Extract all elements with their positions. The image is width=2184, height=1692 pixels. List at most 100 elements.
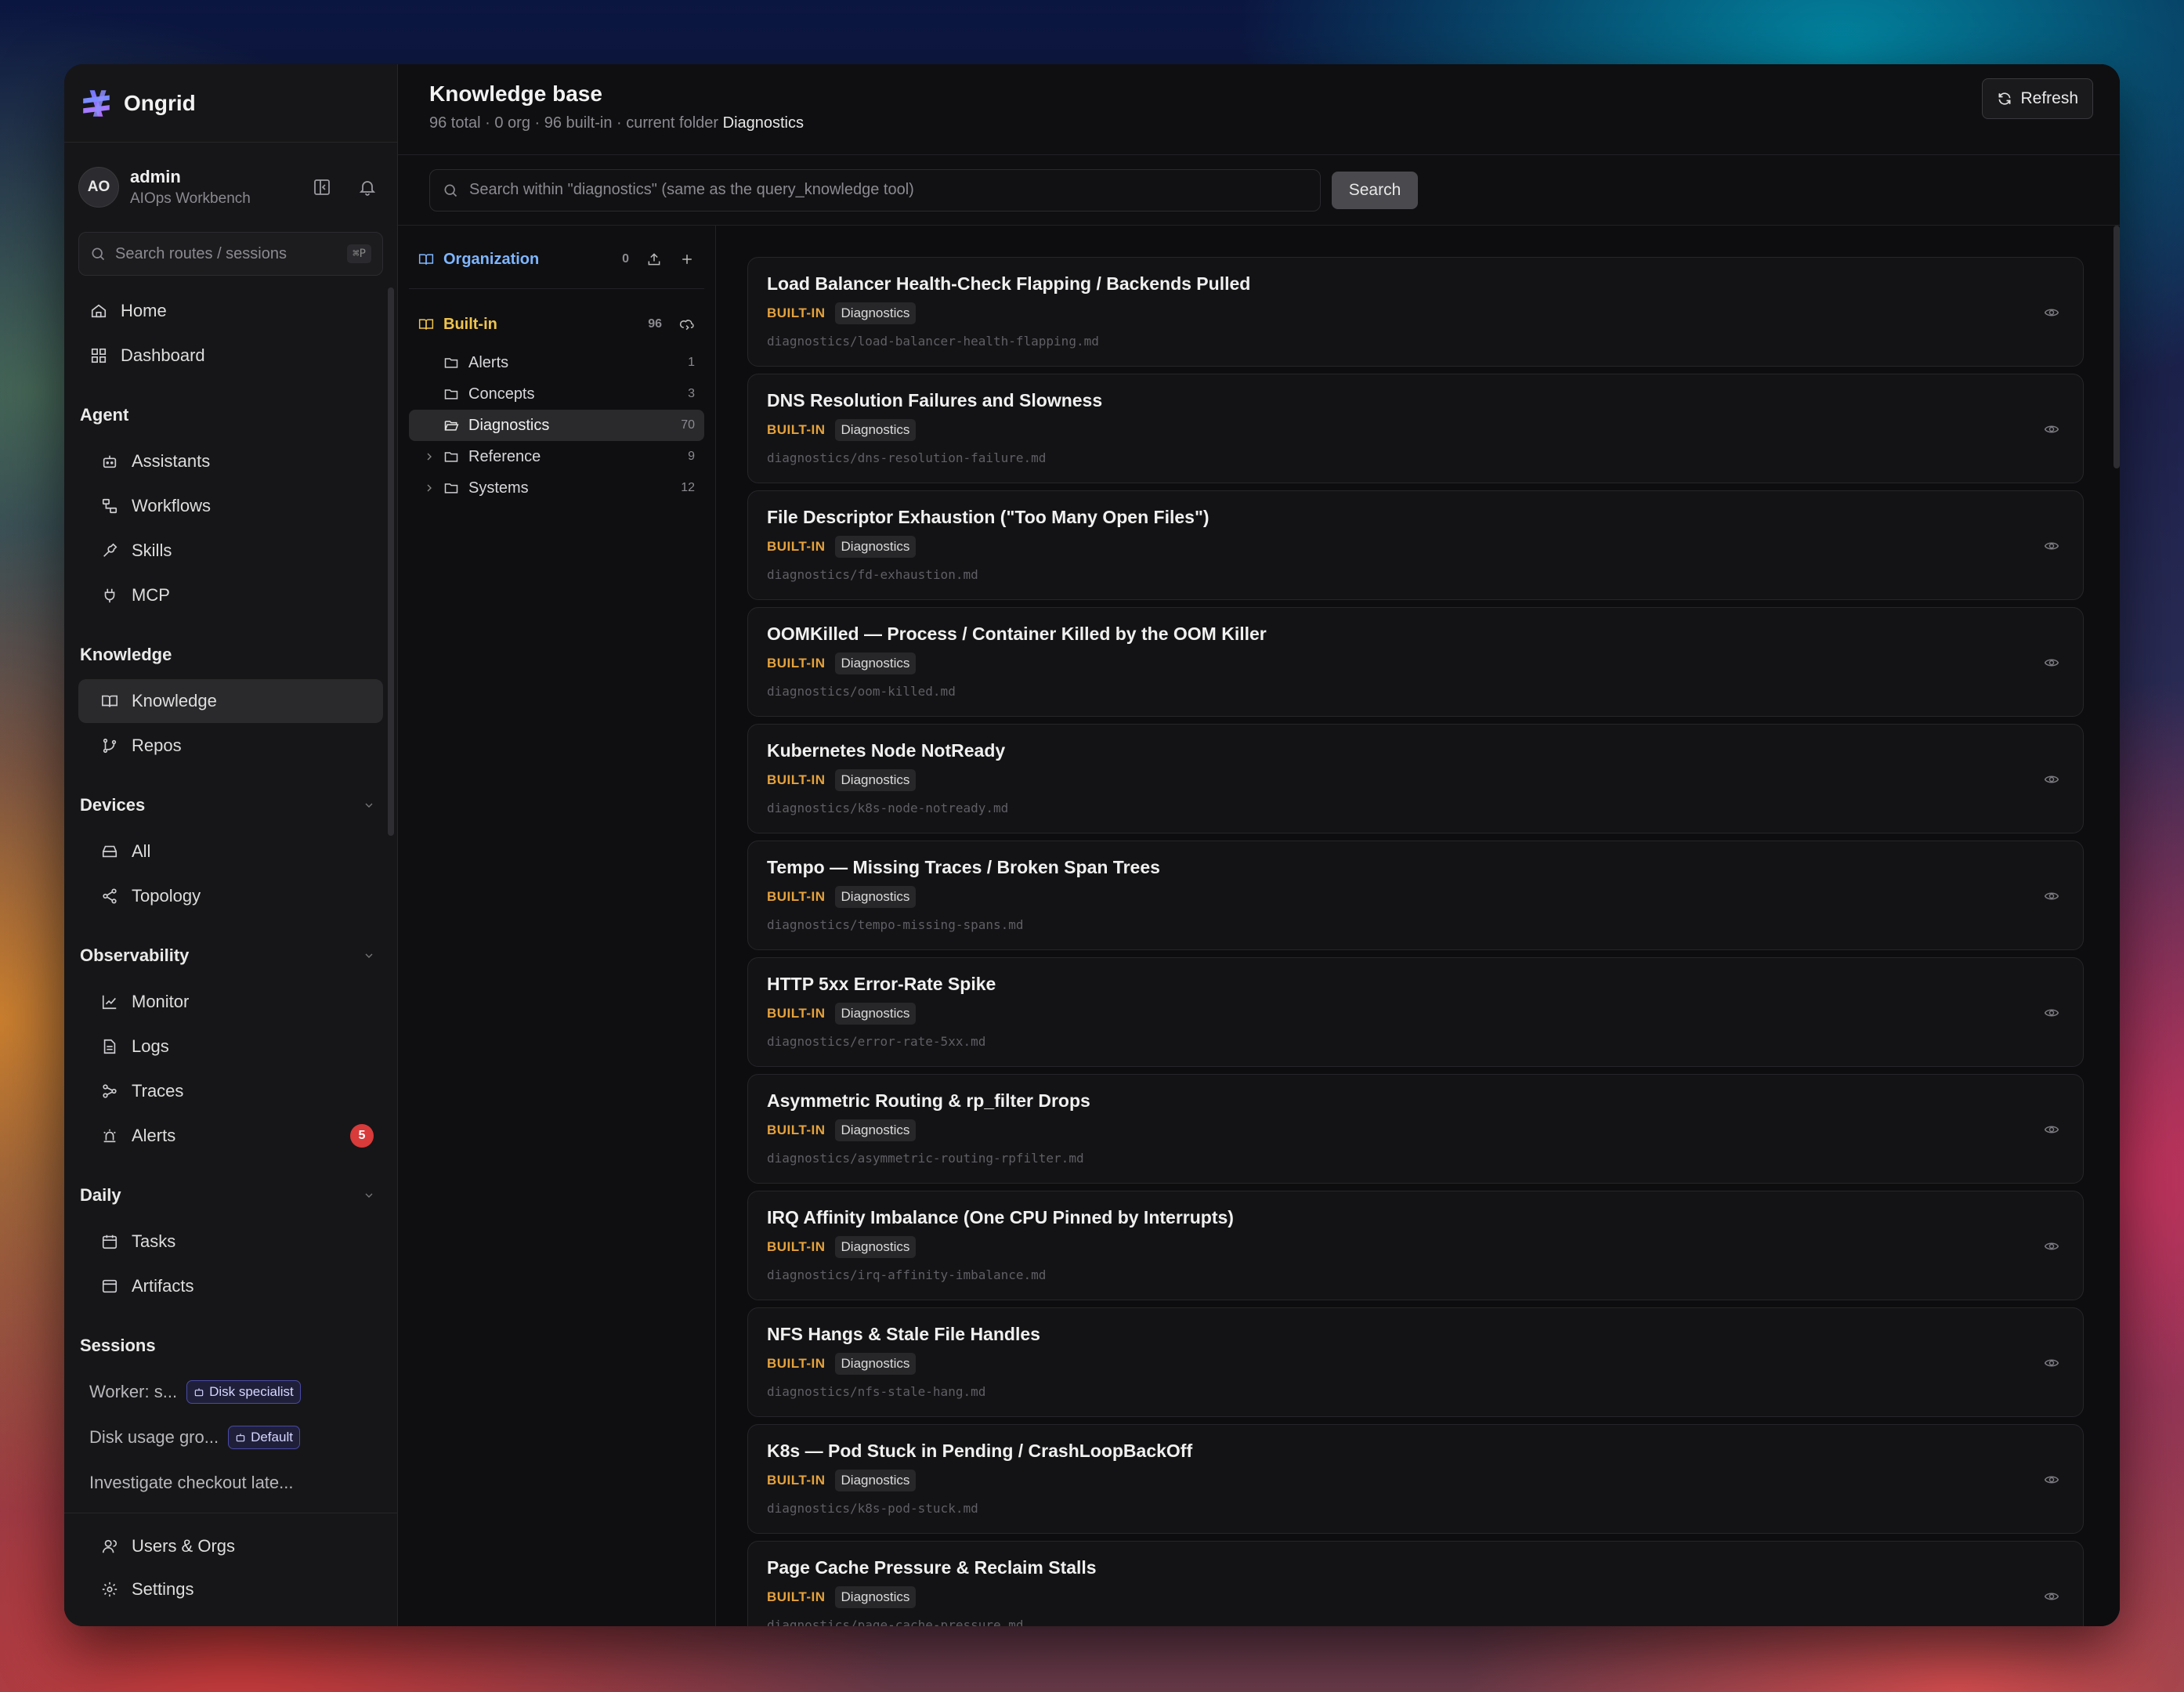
source-tag: BUILT-IN	[767, 772, 826, 787]
document-meta: BUILT-IN Diagnostics	[767, 653, 2064, 674]
nav-alerts[interactable]: Alerts 5	[78, 1114, 383, 1158]
nav-assistants[interactable]: Assistants	[78, 439, 383, 483]
nav-home[interactable]: Home	[78, 289, 383, 333]
source-tag: BUILT-IN	[767, 422, 826, 437]
users-icon	[100, 1538, 119, 1555]
document-list: Load Balancer Health-Check Flapping / Ba…	[716, 226, 2120, 1626]
tree-builtin[interactable]: Built-in 96	[409, 306, 704, 342]
section-knowledge: Knowledge	[78, 631, 383, 678]
document-card[interactable]: K8s — Pod Stuck in Pending / CrashLoopBa…	[747, 1424, 2084, 1534]
session-item[interactable]: Investigate checkout late...	[78, 1460, 383, 1506]
section-observability[interactable]: Observability	[78, 932, 383, 979]
eye-icon[interactable]	[2044, 1005, 2059, 1021]
plus-icon[interactable]	[679, 251, 695, 267]
nav-label: MCP	[132, 585, 170, 605]
refresh-button[interactable]: Refresh	[1982, 78, 2093, 119]
document-card[interactable]: Load Balancer Health-Check Flapping / Ba…	[747, 257, 2084, 367]
document-card[interactable]: DNS Resolution Failures and Slowness BUI…	[747, 374, 2084, 483]
nav-users-orgs[interactable]: Users & Orgs	[78, 1525, 383, 1567]
upload-icon[interactable]	[646, 251, 662, 267]
avatar[interactable]: AO	[78, 167, 119, 208]
document-path: diagnostics/nfs-stale-hang.md	[767, 1384, 986, 1399]
document-card[interactable]: File Descriptor Exhaustion ("Too Many Op…	[747, 490, 2084, 600]
session-item[interactable]: Disk usage gro... Default	[78, 1415, 383, 1460]
eye-icon[interactable]	[2044, 421, 2059, 437]
category-tag: Diagnostics	[834, 1470, 917, 1491]
book-icon	[100, 692, 119, 710]
eye-icon[interactable]	[2044, 1355, 2059, 1371]
source-tag: BUILT-IN	[767, 656, 826, 671]
nav-topology[interactable]: Topology	[78, 874, 383, 918]
nav-settings[interactable]: Settings	[78, 1568, 383, 1611]
bell-icon[interactable]	[358, 178, 377, 197]
session-badge-label: Disk specialist	[209, 1384, 294, 1399]
category-tag: Diagnostics	[834, 1353, 917, 1375]
traces-icon	[100, 1083, 119, 1100]
sidebar-toggle-icon[interactable]	[313, 178, 331, 197]
folder-concepts[interactable]: Concepts 3	[409, 378, 704, 410]
nav-label: Settings	[132, 1579, 194, 1599]
nav-workflows[interactable]: Workflows	[78, 484, 383, 528]
folder-open-icon	[443, 418, 459, 433]
folder-reference[interactable]: Reference 9	[409, 441, 704, 472]
nav-artifacts[interactable]: Artifacts	[78, 1264, 383, 1308]
search-button[interactable]: Search	[1332, 171, 1418, 209]
session-item[interactable]: Worker: s... Disk specialist	[78, 1369, 383, 1415]
source-tag: BUILT-IN	[767, 1356, 826, 1371]
document-card[interactable]: Kubernetes Node NotReady BUILT-IN Diagno…	[747, 724, 2084, 833]
eye-icon[interactable]	[2044, 538, 2059, 554]
folder-label: Reference	[468, 447, 541, 465]
eye-icon[interactable]	[2044, 1122, 2059, 1137]
chevron-right-icon[interactable]	[423, 450, 436, 468]
page-header: Knowledge base 96 total · 0 org · 96 bui…	[398, 64, 2120, 155]
nav-logs[interactable]: Logs	[78, 1025, 383, 1068]
list-scrollbar[interactable]	[2113, 226, 2120, 468]
eye-icon[interactable]	[2044, 655, 2059, 671]
section-daily[interactable]: Daily	[78, 1172, 383, 1219]
section-title: Agent	[80, 405, 129, 425]
sidebar-scrollbar[interactable]	[388, 287, 394, 836]
document-title: K8s — Pod Stuck in Pending / CrashLoopBa…	[767, 1441, 1193, 1461]
nav-dashboard[interactable]: Dashboard	[78, 334, 383, 378]
folder-diagnostics[interactable]: Diagnostics 70	[409, 410, 704, 441]
eye-icon[interactable]	[2044, 305, 2059, 320]
nav-devices-all[interactable]: All	[78, 830, 383, 873]
cloud-sync-icon[interactable]	[679, 316, 695, 332]
document-card[interactable]: IRQ Affinity Imbalance (One CPU Pinned b…	[747, 1191, 2084, 1300]
nav-mcp[interactable]: MCP	[78, 573, 383, 617]
chevron-right-icon[interactable]	[423, 481, 436, 499]
eye-icon[interactable]	[2044, 1589, 2059, 1604]
brand[interactable]: Ongrid	[64, 64, 397, 143]
eye-icon[interactable]	[2044, 772, 2059, 787]
eye-icon[interactable]	[2044, 1472, 2059, 1488]
nav-skills[interactable]: Skills	[78, 529, 383, 573]
folder-alerts[interactable]: Alerts 1	[409, 347, 704, 378]
document-card[interactable]: Tempo — Missing Traces / Broken Span Tre…	[747, 841, 2084, 950]
document-card[interactable]: OOMKilled — Process / Container Killed b…	[747, 607, 2084, 717]
document-card[interactable]: Page Cache Pressure & Reclaim Stalls BUI…	[747, 1541, 2084, 1626]
document-path: diagnostics/tempo-missing-spans.md	[767, 917, 1024, 932]
bot-icon	[194, 1388, 204, 1397]
eye-icon[interactable]	[2044, 1238, 2059, 1254]
folder-icon	[443, 480, 459, 496]
tree-organization[interactable]: Organization 0	[409, 241, 704, 277]
nav-monitor[interactable]: Monitor	[78, 980, 383, 1024]
document-card[interactable]: Asymmetric Routing & rp_filter Drops BUI…	[747, 1074, 2084, 1184]
section-devices[interactable]: Devices	[78, 782, 383, 829]
folder-systems[interactable]: Systems 12	[409, 472, 704, 504]
eye-icon[interactable]	[2044, 888, 2059, 904]
document-title: Asymmetric Routing & rp_filter Drops	[767, 1090, 1090, 1111]
document-title: HTTP 5xx Error-Rate Spike	[767, 974, 996, 994]
kb-search-input[interactable]: Search within "diagnostics" (same as the…	[429, 168, 1321, 212]
git-branch-icon	[100, 737, 119, 754]
bot-icon	[100, 453, 119, 470]
nav-repos[interactable]: Repos	[78, 724, 383, 768]
sidebar-search[interactable]: Search routes / sessions ⌘P	[78, 232, 383, 276]
nav-tasks[interactable]: Tasks	[78, 1220, 383, 1264]
document-card[interactable]: HTTP 5xx Error-Rate Spike BUILT-IN Diagn…	[747, 957, 2084, 1067]
document-card[interactable]: NFS Hangs & Stale File Handles BUILT-IN …	[747, 1307, 2084, 1417]
nav-knowledge[interactable]: Knowledge	[78, 679, 383, 723]
user-name: admin	[130, 167, 181, 186]
user-actions	[313, 178, 377, 197]
nav-traces[interactable]: Traces	[78, 1069, 383, 1113]
